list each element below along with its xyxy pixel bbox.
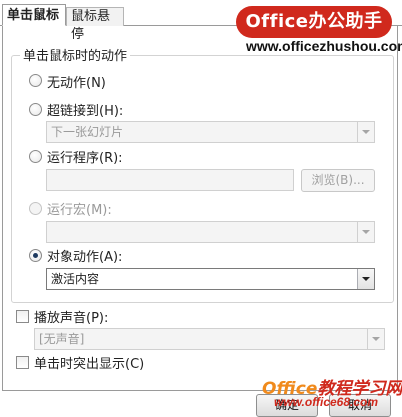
hyperlink-dropdown-value: 下一张幻灯片 <box>51 125 124 139</box>
play-sound-label: 播放声音(P): <box>34 311 109 326</box>
chevron-down-icon[interactable] <box>357 269 374 289</box>
radio-run-program[interactable] <box>29 150 42 163</box>
radio-hyperlink-label: 超链接到(H): <box>47 104 124 119</box>
chevron-down-icon[interactable] <box>367 329 384 349</box>
play-sound-checkbox[interactable] <box>16 310 29 323</box>
chevron-down-icon[interactable] <box>357 122 374 142</box>
object-action-dropdown[interactable]: 激活内容 <box>46 268 375 290</box>
sound-dropdown-value: [无声音] <box>39 332 85 346</box>
radio-no-action[interactable] <box>29 74 42 87</box>
object-action-dropdown-value: 激活内容 <box>51 272 100 286</box>
radio-run-macro[interactable] <box>29 202 42 215</box>
radio-selected-dot <box>33 253 38 258</box>
tab-mouse-over[interactable]: 鼠标悬停 <box>66 7 124 42</box>
chevron-down-icon[interactable] <box>357 222 374 242</box>
radio-run-macro-label: 运行宏(M): <box>47 203 112 218</box>
sound-dropdown[interactable]: [无声音] <box>34 328 385 350</box>
tab-mouse-click[interactable]: 单击鼠标 <box>2 4 66 26</box>
highlight-click-label: 单击时突出显示(C) <box>34 357 145 372</box>
highlight-click-checkbox[interactable] <box>16 356 29 369</box>
browse-button[interactable]: 浏览(B)... <box>301 169 375 192</box>
hyperlink-dropdown[interactable]: 下一张幻灯片 <box>46 121 375 143</box>
watermark-logo-bottom: Office教程学习网 <box>262 374 402 399</box>
radio-no-action-label: 无动作(N) <box>47 76 106 91</box>
run-macro-dropdown[interactable] <box>46 221 375 243</box>
group-title: 单击鼠标时的动作 <box>20 45 131 64</box>
watermark-url-bottom: www.office68.com <box>274 395 379 409</box>
radio-run-program-label: 运行程序(R): <box>47 151 123 166</box>
radio-object-action-label: 对象动作(A): <box>47 250 123 265</box>
radio-object-action[interactable] <box>29 249 42 262</box>
radio-hyperlink[interactable] <box>29 103 42 116</box>
run-program-input[interactable] <box>46 169 294 191</box>
